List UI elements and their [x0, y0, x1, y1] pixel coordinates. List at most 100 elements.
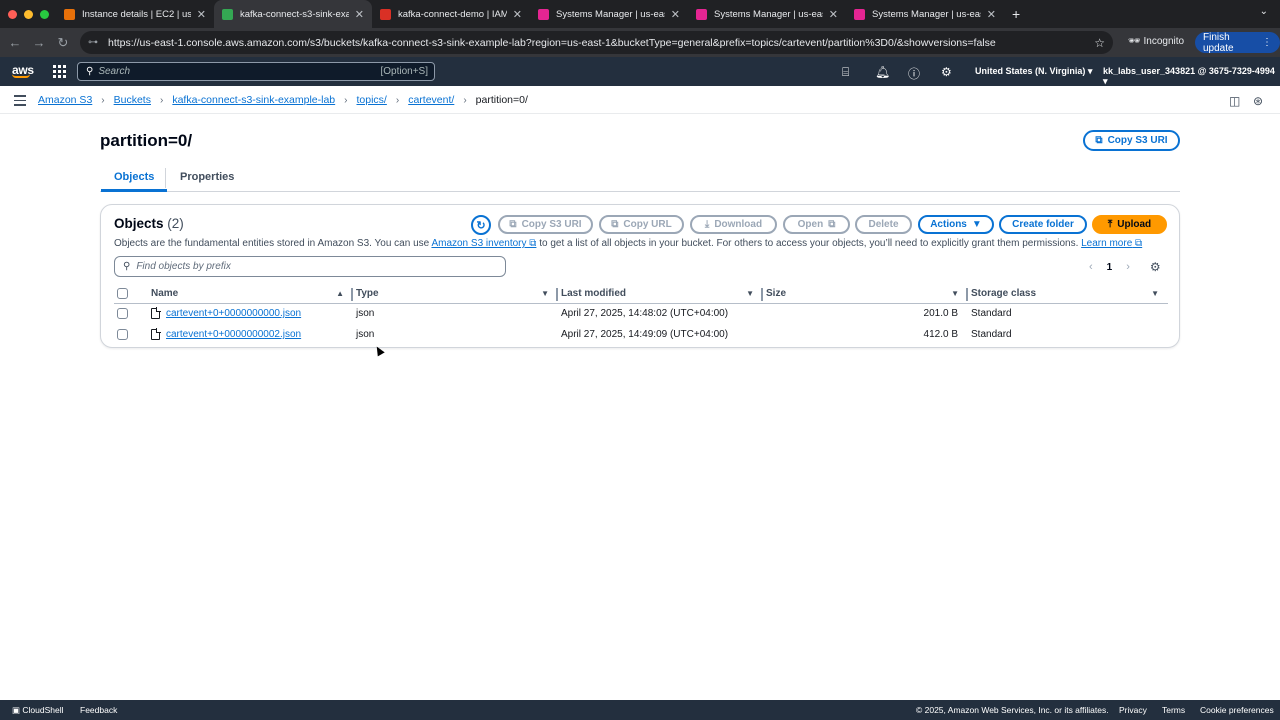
- copy-s3-uri-button[interactable]: ⧉ Copy S3 URI: [1083, 130, 1180, 151]
- sort-icon: ▼: [951, 289, 959, 298]
- close-tab-icon[interactable]: ✕: [987, 8, 996, 21]
- cloudshell-icon: ▣: [12, 705, 21, 715]
- browser-tab[interactable]: kafka-connect-demo | IAM | G✕: [372, 0, 530, 28]
- reload-icon[interactable]: ↻: [51, 35, 75, 51]
- table-settings-gear-icon[interactable]: ⚙: [1150, 260, 1161, 274]
- back-arrow-icon[interactable]: ←: [3, 35, 27, 50]
- actions-dropdown[interactable]: Actions ▼: [918, 215, 994, 234]
- s3-inventory-link[interactable]: Amazon S3 inventory ⧉: [431, 238, 536, 249]
- copy-s3-uri-button-disabled[interactable]: ⧉ Copy S3 URI: [498, 215, 593, 234]
- column-header-type[interactable]: Type ▼: [353, 285, 558, 304]
- split-panel-icon[interactable]: ◫: [1229, 94, 1240, 108]
- bookmark-star-icon[interactable]: ☆: [1094, 36, 1105, 50]
- column-header-size[interactable]: Size ▼: [763, 285, 968, 304]
- aws-search-input[interactable]: ⚲ Search [Option+S]: [77, 62, 435, 81]
- settings-circle-icon[interactable]: ⊛: [1253, 94, 1263, 108]
- region-selector[interactable]: United States (N. Virginia) ▾: [975, 66, 1092, 77]
- size-cell: 201.0 B: [923, 308, 958, 320]
- address-bar[interactable]: ⊶ https://us-east-1.console.aws.amazon.c…: [80, 31, 1113, 54]
- row-checkbox[interactable]: [117, 308, 128, 320]
- cloudshell-icon[interactable]: ⌸: [842, 65, 849, 80]
- pagination: ‹ 1 › ⚙: [1089, 260, 1161, 274]
- row-checkbox[interactable]: [117, 328, 128, 340]
- previous-page-icon[interactable]: ‹: [1089, 261, 1093, 273]
- object-name-link[interactable]: cartevent+0+0000000002.json: [166, 329, 301, 340]
- copy-icon: ⧉: [611, 219, 619, 230]
- aws-console-header: aws ⚲ Search [Option+S] ⌸ 🔔︎ ⓘ ⚙ United …: [0, 57, 1280, 86]
- site-info-icon[interactable]: ⊶: [88, 37, 98, 48]
- gear-icon[interactable]: ⚙: [941, 65, 952, 79]
- feedback-link[interactable]: Feedback: [80, 705, 117, 715]
- close-window-button[interactable]: [8, 9, 17, 19]
- sort-ascending-icon: ▲: [336, 289, 344, 298]
- copy-url-button[interactable]: ⧉ Copy URL: [599, 215, 684, 234]
- file-icon: [151, 307, 161, 320]
- new-tab-button[interactable]: +: [1012, 6, 1020, 22]
- zoom-window-button[interactable]: [40, 9, 49, 19]
- browser-tab[interactable]: Instance details | EC2 | us-ea✕: [56, 0, 214, 28]
- chevron-right-icon: ›: [101, 94, 105, 106]
- open-button[interactable]: Open ⧉: [783, 215, 850, 234]
- download-button[interactable]: ⤓ Download: [690, 215, 777, 234]
- file-icon: [151, 327, 161, 340]
- aws-logo[interactable]: aws: [12, 63, 34, 78]
- close-tab-icon[interactable]: ✕: [355, 8, 364, 21]
- learn-more-link[interactable]: Learn more ⧉: [1081, 238, 1142, 249]
- breadcrumb-amazon-s3[interactable]: Amazon S3: [38, 94, 92, 106]
- objects-heading: Objects (2): [114, 216, 184, 231]
- chevron-right-icon: ›: [395, 94, 400, 106]
- terms-link[interactable]: Terms: [1162, 705, 1185, 715]
- chevron-right-icon: ›: [159, 94, 164, 106]
- delete-button[interactable]: Delete: [855, 215, 912, 234]
- tab-search-chevron-icon[interactable]: ⌄: [1260, 6, 1268, 17]
- close-tab-icon[interactable]: ✕: [197, 8, 206, 21]
- tab-divider: [165, 168, 166, 188]
- close-tab-icon[interactable]: ✕: [829, 8, 838, 21]
- services-grid-icon[interactable]: [53, 65, 66, 78]
- select-all-checkbox[interactable]: [117, 288, 128, 300]
- tab-properties[interactable]: Properties: [180, 171, 234, 183]
- account-menu[interactable]: kk_labs_user_343821 @ 3675-7329-4994 ▾: [1103, 66, 1280, 87]
- breadcrumb-bar: Amazon S3 › Buckets › kafka-connect-s3-sin…: [0, 86, 1280, 114]
- last-modified-cell: April 27, 2025, 14:49:09 (UTC+04:00): [561, 329, 729, 340]
- column-header-storage-class[interactable]: Storage class ▼: [968, 285, 1168, 304]
- upload-button[interactable]: ⤒ Upload: [1092, 215, 1167, 234]
- cloudshell-link[interactable]: ▣ CloudShell: [12, 705, 64, 716]
- iam-favicon-icon: [380, 8, 391, 20]
- hamburger-menu-icon[interactable]: [14, 95, 26, 109]
- systems-manager-favicon-icon: [696, 8, 707, 20]
- finish-update-button[interactable]: Finish update ⋮: [1195, 32, 1280, 54]
- object-name-link[interactable]: cartevent+0+0000000000.json: [166, 308, 301, 319]
- breadcrumb-topics[interactable]: topics/: [357, 94, 387, 106]
- name-cell: cartevent+0+0000000002.json: [148, 324, 353, 345]
- upload-icon: ⤒: [1107, 219, 1113, 230]
- refresh-button[interactable]: ↻: [471, 215, 491, 235]
- forward-arrow-icon[interactable]: →: [27, 35, 51, 50]
- browser-tab[interactable]: Systems Manager | us-east-1✕: [530, 0, 688, 28]
- privacy-link[interactable]: Privacy: [1119, 705, 1147, 715]
- column-header-last-modified[interactable]: Last modified ▼: [558, 285, 763, 304]
- type-cell: json: [356, 308, 375, 320]
- create-folder-button[interactable]: Create folder: [999, 215, 1087, 234]
- help-icon[interactable]: ⓘ: [908, 65, 920, 82]
- breadcrumb-bucket[interactable]: kafka-connect-s3-sink-example-lab: [172, 94, 335, 106]
- browser-tab-active[interactable]: kafka-connect-s3-sink-exam ✕: [214, 0, 372, 28]
- close-tab-icon[interactable]: ✕: [671, 8, 680, 21]
- page-number[interactable]: 1: [1107, 262, 1113, 273]
- table-header-row: Name ▲ Type ▼ Last modified ▼ Size ▼ Storage…: [114, 285, 1168, 304]
- browser-tab[interactable]: Systems Manager | us-east-1✕: [688, 0, 846, 28]
- objects-table: Name ▲ Type ▼ Last modified ▼ Size ▼ Storage…: [114, 285, 1168, 345]
- close-tab-icon[interactable]: ✕: [513, 8, 522, 21]
- s3-favicon-icon: [222, 8, 233, 20]
- copy-icon: ⧉: [509, 219, 517, 230]
- column-header-name[interactable]: Name ▲: [148, 285, 353, 304]
- tab-objects[interactable]: Objects: [100, 171, 168, 192]
- find-objects-input[interactable]: ⚲ Find objects by prefix: [114, 256, 506, 277]
- cookie-preferences-link[interactable]: Cookie preferences: [1200, 705, 1274, 715]
- breadcrumb-cartevent[interactable]: cartevent/: [408, 94, 454, 106]
- minimize-window-button[interactable]: [24, 9, 33, 19]
- bell-icon[interactable]: 🔔︎: [875, 65, 890, 79]
- browser-tab[interactable]: Systems Manager | us-east-1✕: [846, 0, 1004, 28]
- next-page-icon[interactable]: ›: [1126, 261, 1130, 273]
- breadcrumb-buckets[interactable]: Buckets: [114, 94, 151, 106]
